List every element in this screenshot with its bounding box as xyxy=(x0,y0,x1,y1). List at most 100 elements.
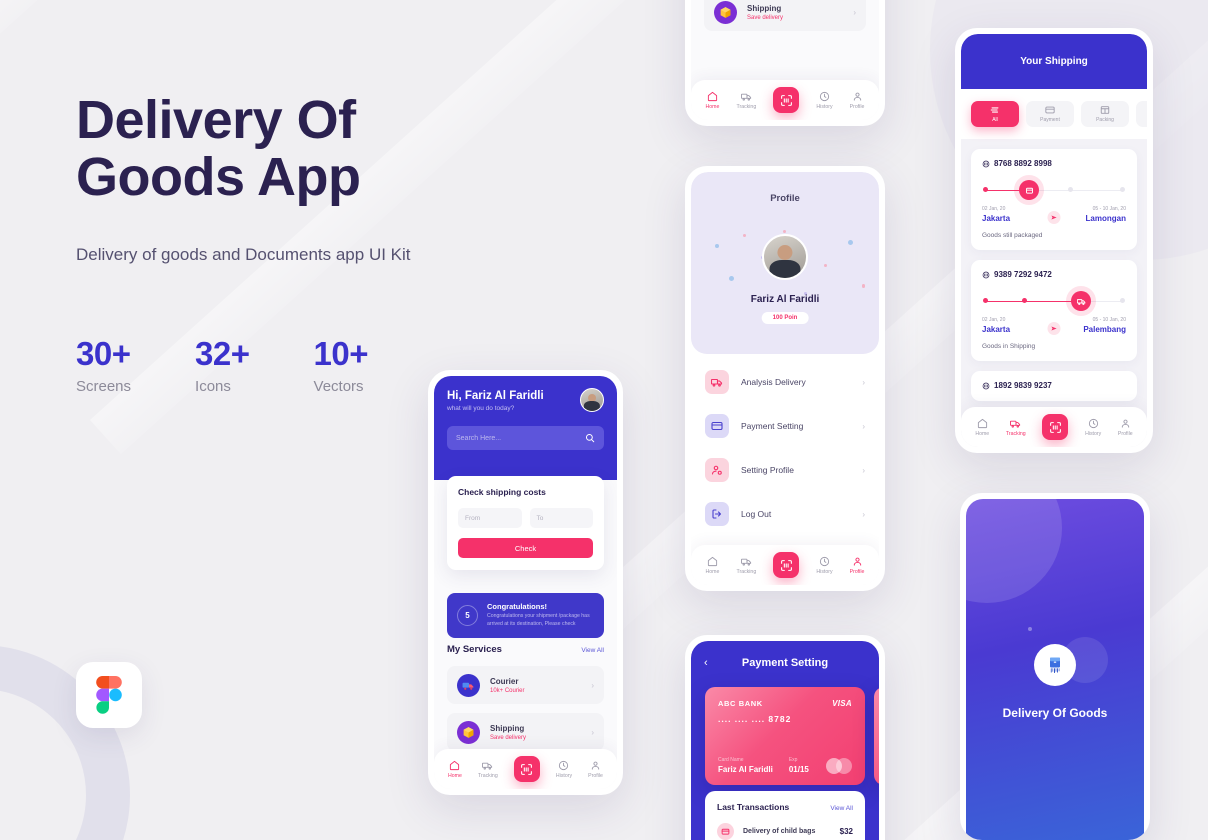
filter-tab-payment[interactable]: Payment xyxy=(1026,101,1074,127)
menu-item-setting-profile[interactable]: Setting Profile › xyxy=(705,448,865,492)
clock-icon xyxy=(1088,418,1098,428)
plane-icon xyxy=(1047,211,1061,224)
phone-tracking-screen: Your Shipping All Payment Packing Delive… xyxy=(955,28,1153,453)
home-icon xyxy=(450,760,460,770)
home-icon xyxy=(977,418,987,428)
clock-icon xyxy=(819,91,830,101)
from-input[interactable]: From xyxy=(458,508,522,528)
scan-icon xyxy=(1049,421,1061,433)
tab-scan[interactable] xyxy=(773,87,800,113)
origin-date: 02 Jan, 20 xyxy=(982,206,1006,212)
filter-tab-all[interactable]: All xyxy=(971,101,1019,127)
tab-label: Tracking xyxy=(736,103,757,110)
tab-history[interactable]: History xyxy=(816,556,833,575)
package-icon xyxy=(717,823,734,840)
tab-label: Home xyxy=(975,430,990,437)
services-view-all-link[interactable]: View All xyxy=(581,647,604,654)
service-item-courier[interactable]: Courier 10k+ Courier › xyxy=(447,666,604,704)
shipment-id-row: 8768 8892 8998 xyxy=(982,159,1126,168)
congrats-count: 5 xyxy=(457,604,478,626)
tab-tracking[interactable]: Tracking xyxy=(1006,418,1026,437)
card-name-value: Fariz Al Faridli xyxy=(718,765,773,774)
tab-home[interactable]: Home xyxy=(975,418,989,437)
service-item-shipping[interactable]: Shipping Save delivery › xyxy=(447,713,604,751)
tab-history[interactable]: History xyxy=(816,91,833,110)
scan-icon xyxy=(521,763,533,775)
menu-label: Setting Profile xyxy=(741,465,794,475)
origin-city: Jakarta xyxy=(982,325,1011,334)
tab-profile[interactable]: Profile xyxy=(1118,418,1133,437)
scan-icon xyxy=(780,559,792,571)
search-icon xyxy=(585,433,595,443)
shipment-card[interactable]: 1892 9839 9237 xyxy=(971,371,1137,401)
tab-label: Profile xyxy=(849,103,865,110)
transaction-name: Delivery of child bags xyxy=(743,828,816,835)
tab-home[interactable]: Home xyxy=(448,760,462,779)
origin-date: 02 Jan, 20 xyxy=(982,317,1006,323)
dest-date: 05 - 10 Jan, 20 xyxy=(1092,206,1126,212)
stat-vectors-number: 10+ xyxy=(313,334,369,372)
tab-tracking[interactable]: Tracking xyxy=(737,556,756,575)
credit-card[interactable]: ABC BANK .... .... .... 8782 VISA Card N… xyxy=(705,687,865,785)
tab-history[interactable]: History xyxy=(556,760,572,779)
tab-label: History xyxy=(555,772,573,779)
credit-card-next[interactable] xyxy=(874,687,879,785)
tab-tracking[interactable]: Tracking xyxy=(736,91,757,110)
congratulations-banner[interactable]: 5 Congratulations! Congratulations your … xyxy=(447,593,604,638)
avatar[interactable] xyxy=(580,388,604,412)
tab-tracking[interactable]: Tracking xyxy=(478,760,498,779)
tab-home[interactable]: Home xyxy=(706,91,719,110)
person-icon xyxy=(1121,419,1129,428)
service-name: Shipping xyxy=(747,3,782,13)
page-title: Delivery Of Goods App xyxy=(76,91,476,206)
truck-icon xyxy=(705,370,729,394)
tab-label: Tracking xyxy=(1005,430,1026,437)
barcode-icon xyxy=(982,382,990,389)
tab-label: Profile xyxy=(849,568,865,575)
decorative-dot xyxy=(861,284,865,288)
tab-label: Profile xyxy=(1117,430,1133,437)
service-item-shipping[interactable]: Shipping Save delivery › xyxy=(704,0,866,31)
check-button[interactable]: Check xyxy=(458,538,593,558)
menu-label: Analysis Delivery xyxy=(741,377,806,387)
box-icon xyxy=(1100,106,1110,114)
shipment-route: 02 Jan, 20 Jakarta 05 - 10 Jan, 20 Palem… xyxy=(982,317,1126,335)
menu-item-log-out[interactable]: Log Out › xyxy=(705,492,865,536)
stat-vectors-label: Vectors xyxy=(313,377,364,395)
dest-date: 05 - 10 Jan, 20 xyxy=(1092,317,1126,323)
app-name: Delivery Of Goods xyxy=(1002,706,1108,720)
menu-item-payment-setting[interactable]: Payment Setting › xyxy=(705,404,865,448)
transaction-row[interactable]: Delivery of child bags $32 xyxy=(717,823,853,840)
tab-profile[interactable]: Profile xyxy=(849,91,865,110)
search-input[interactable]: Search Here... xyxy=(447,426,604,450)
filter-tab-packing[interactable]: Packing xyxy=(1081,101,1129,127)
shipment-card[interactable]: 8768 8892 8998 02 Jan, 20 Jakarta 05 - 1… xyxy=(971,149,1137,250)
tab-profile[interactable]: Profile xyxy=(588,760,603,779)
chevron-right-icon: › xyxy=(862,509,865,519)
cards-carousel[interactable]: ABC BANK .... .... .... 8782 VISA Card N… xyxy=(691,669,879,785)
phone-home-screen: Hi, Fariz Al Faridli what will you do to… xyxy=(428,370,623,795)
tab-label: History xyxy=(1085,430,1102,437)
phone-home-partial: Courier 10k+ Courier › Shipping Save del… xyxy=(685,0,885,126)
filter-label: Packing xyxy=(1096,117,1114,123)
shipment-card[interactable]: 9389 7292 9472 02 Jan, 20 Jakarta 05 - 1… xyxy=(971,260,1137,361)
shipment-id: 8768 8892 8998 xyxy=(994,159,1052,168)
shipment-id-row: 1892 9839 9237 xyxy=(982,381,1126,390)
profile-menu-list: Analysis Delivery › Payment Setting › Se… xyxy=(691,360,879,536)
avatar[interactable] xyxy=(762,234,808,280)
to-input[interactable]: To xyxy=(529,508,593,528)
tab-scan[interactable] xyxy=(1042,414,1069,440)
credit-card-icon xyxy=(705,414,729,438)
list-icon xyxy=(990,107,999,113)
transactions-view-all-link[interactable]: View All xyxy=(830,805,853,812)
services-title: My Services xyxy=(447,644,502,655)
congrats-body: Congratulations your shipment /package h… xyxy=(487,613,590,627)
tab-history[interactable]: History xyxy=(1085,418,1101,437)
tab-scan[interactable] xyxy=(773,552,800,578)
tab-profile[interactable]: Profile xyxy=(849,556,865,575)
menu-item-analysis-delivery[interactable]: Analysis Delivery › xyxy=(705,360,865,404)
filter-tab-delivery[interactable]: Delivery xyxy=(1136,101,1147,127)
tab-home[interactable]: Home xyxy=(706,556,719,575)
tab-scan[interactable] xyxy=(513,756,540,782)
mastercard-icon xyxy=(826,758,852,774)
